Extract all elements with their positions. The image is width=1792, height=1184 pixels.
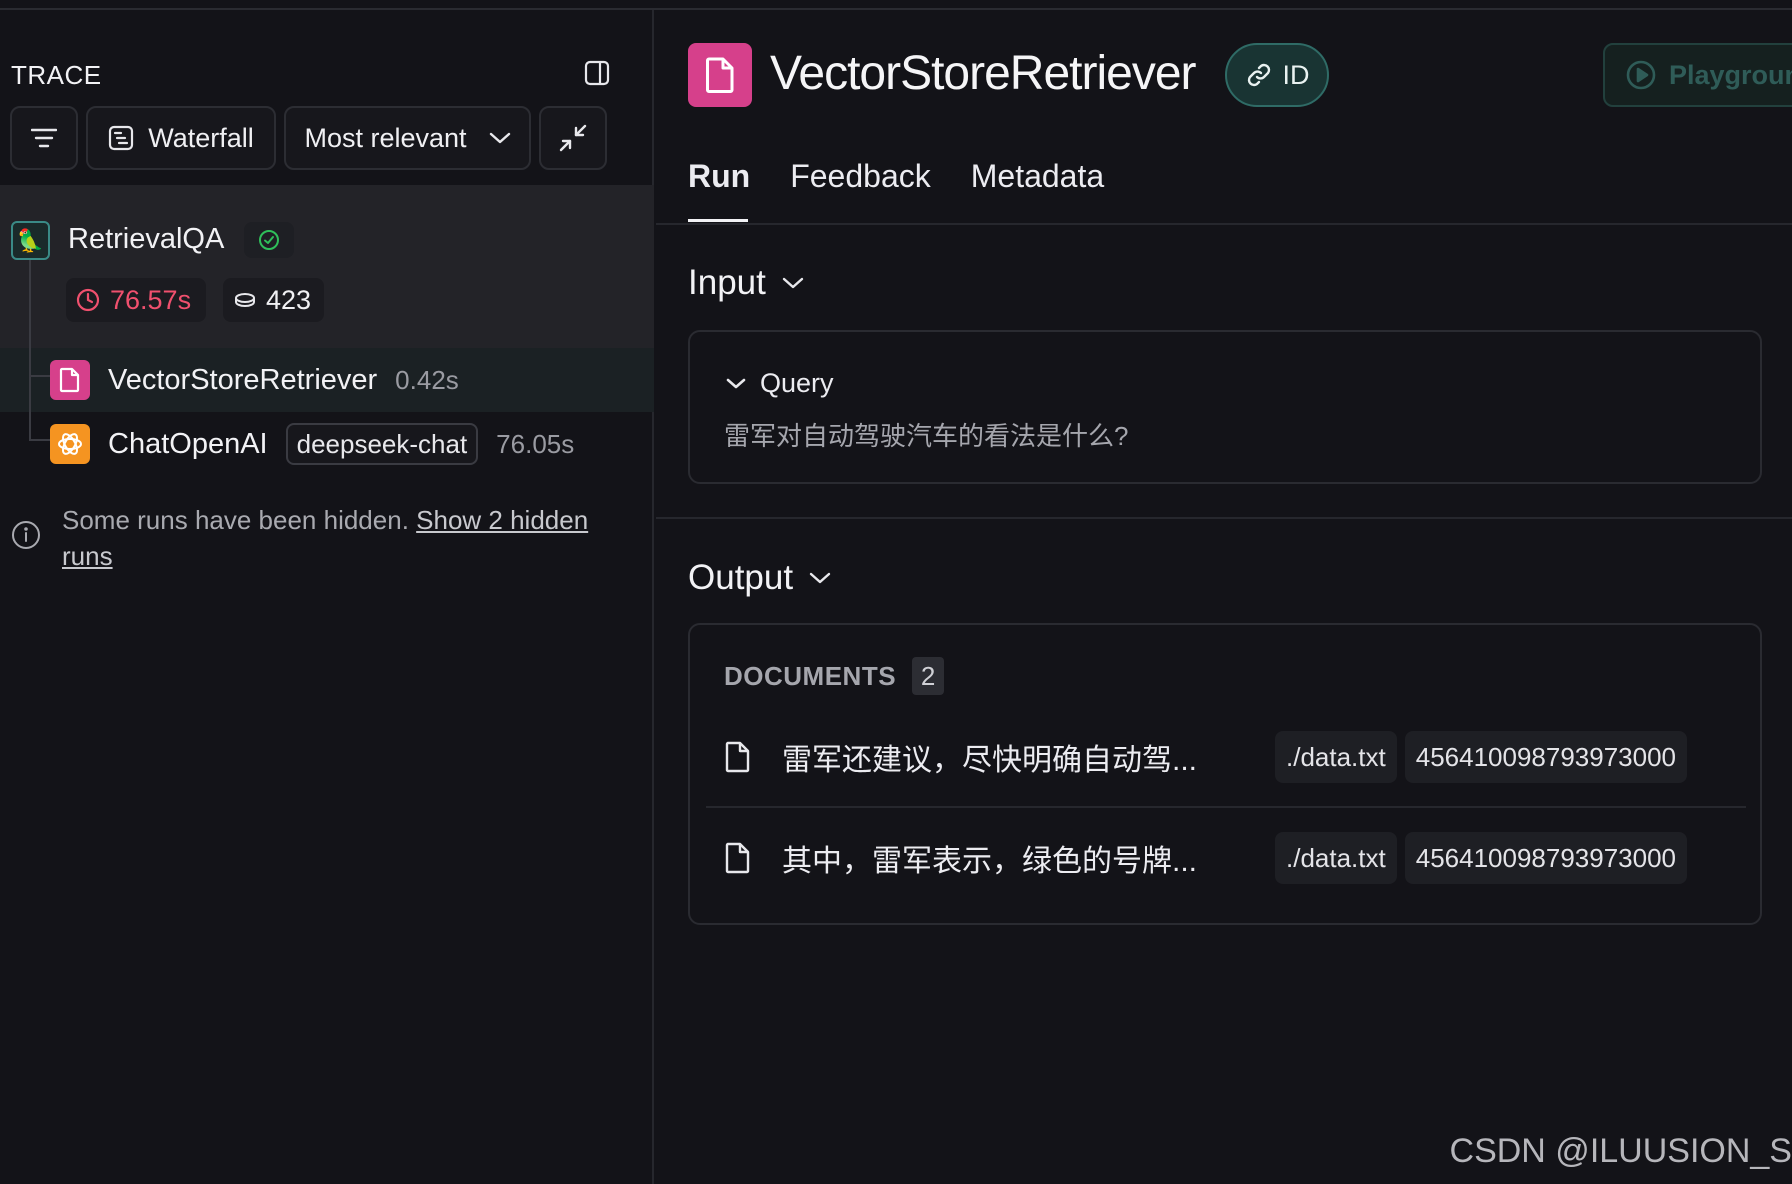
input-card: Query 雷军对自动驾驶汽车的看法是什么?: [688, 330, 1762, 484]
collapse-button[interactable]: [539, 106, 607, 170]
chevron-down-icon: [726, 378, 746, 389]
link-icon: [1247, 63, 1270, 87]
clock-icon: [76, 288, 100, 312]
id-label: ID: [1282, 59, 1310, 90]
tokens-value: 423: [266, 284, 312, 315]
latency-value: 76.57s: [110, 284, 192, 315]
check-circle-icon: [259, 230, 279, 250]
run-item-chatopenai[interactable]: ChatOpenAI deepseek-chat 76.05s: [50, 423, 575, 465]
document-icon: [50, 360, 90, 400]
query-value: 雷军对自动驾驶汽车的看法是什么?: [724, 421, 1129, 451]
copy-id-button[interactable]: ID: [1225, 43, 1329, 107]
output-label: Output: [688, 558, 794, 597]
run-item-vectorstoreretriever[interactable]: VectorStoreRetriever 0.42s: [50, 360, 459, 400]
file-icon: [725, 741, 750, 773]
hidden-runs-note: Some runs have been hidden. Show 2 hidde…: [62, 502, 632, 574]
documents-header: DOCUMENTS 2: [724, 657, 945, 695]
collapse-icon: [559, 124, 587, 152]
waterfall-label: Waterfall: [148, 122, 254, 153]
playground-label: Playground: [1669, 59, 1792, 90]
document-id: 456410098793973000: [1404, 731, 1688, 783]
tree-connector: [29, 375, 51, 377]
run-time: 0.42s: [395, 364, 459, 395]
chevron-down-icon: [489, 132, 510, 144]
document-source: ./data.txt: [1275, 832, 1397, 884]
document-item[interactable]: 雷军还建议，尽快明确自动驾... ./data.txt 456410098793…: [724, 729, 1732, 785]
run-name: VectorStoreRetriever: [108, 363, 378, 396]
active-tab-indicator: [688, 219, 748, 222]
run-time: 76.05s: [496, 428, 575, 459]
tab-metadata[interactable]: Metadata: [971, 158, 1104, 195]
model-badge: deepseek-chat: [285, 423, 479, 465]
waterfall-button[interactable]: Waterfall: [86, 106, 276, 170]
tabs-divider: [656, 223, 1792, 225]
tokens-badge: 423: [223, 278, 324, 322]
input-section-toggle[interactable]: Input: [688, 263, 804, 303]
trace-panel: TRACE Waterfall Most relevant 🦜 Retrieva…: [0, 10, 654, 1184]
sort-label: Most relevant: [304, 122, 467, 153]
root-run-name[interactable]: RetrievalQA: [68, 223, 224, 256]
query-toggle[interactable]: Query: [726, 368, 834, 399]
run-name: ChatOpenAI: [108, 427, 268, 460]
playground-button[interactable]: Playground: [1603, 43, 1792, 107]
latency-badge: 76.57s: [66, 278, 206, 322]
document-divider: [706, 806, 1746, 808]
chevron-down-icon: [809, 572, 831, 584]
tab-feedback[interactable]: Feedback: [790, 158, 931, 195]
chevron-down-icon: [782, 277, 804, 289]
openai-icon: [50, 424, 90, 464]
coins-icon: [235, 293, 255, 308]
query-label: Query: [760, 368, 834, 398]
sort-dropdown[interactable]: Most relevant: [284, 106, 531, 170]
document-source: ./data.txt: [1275, 731, 1397, 783]
success-status-badge: [244, 222, 294, 258]
run-tabs: Run Feedback Metadata: [688, 158, 1104, 195]
parrot-icon: 🦜: [11, 221, 50, 260]
document-id: 456410098793973000: [1404, 832, 1688, 884]
output-card: DOCUMENTS 2 雷军还建议，尽快明确自动驾... ./data.txt …: [688, 623, 1762, 925]
document-item[interactable]: 其中，雷军表示，绿色的号牌... ./data.txt 456410098793…: [724, 830, 1732, 886]
tab-run[interactable]: Run: [688, 158, 750, 195]
filter-button[interactable]: [10, 106, 78, 170]
documents-count-badge: 2: [912, 657, 945, 695]
document-text: 雷军还建议，尽快明确自动驾...: [782, 744, 1198, 777]
documents-label: DOCUMENTS: [724, 660, 897, 691]
info-icon: [11, 520, 41, 550]
file-icon: [725, 842, 750, 874]
root-run-row[interactable]: [0, 185, 654, 348]
document-text: 其中，雷军表示，绿色的号牌...: [782, 845, 1198, 878]
filter-icon: [31, 128, 57, 148]
document-icon: [688, 43, 752, 107]
waterfall-icon: [109, 125, 134, 151]
play-circle-icon: [1626, 60, 1656, 90]
watermark: CSDN @ILUUSION_S: [1449, 1132, 1792, 1170]
section-divider: [656, 517, 1792, 519]
sidebar-toggle-icon[interactable]: [584, 60, 610, 86]
run-title: VectorStoreRetriever: [770, 47, 1197, 100]
input-label: Input: [688, 263, 766, 302]
output-section-toggle[interactable]: Output: [688, 558, 831, 598]
tree-connector: [29, 250, 31, 440]
tree-connector: [29, 439, 51, 441]
trace-title: TRACE: [11, 60, 102, 90]
hidden-runs-text: Some runs have been hidden.: [62, 505, 409, 535]
